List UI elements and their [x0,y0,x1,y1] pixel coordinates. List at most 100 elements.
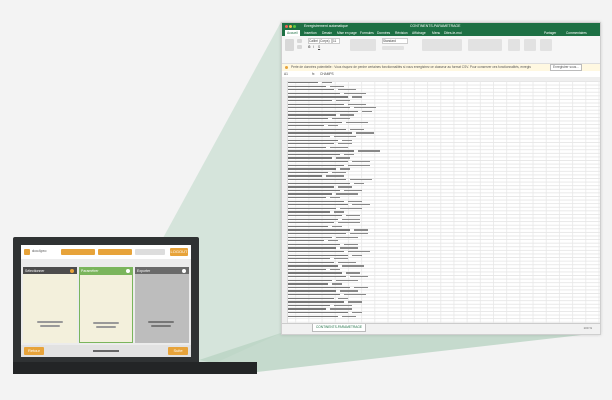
cell-text [352,204,370,206]
column-title: Paramétrer [81,268,99,273]
back-button[interactable]: Retour [24,347,44,355]
column-title: Sélectionner [25,268,45,273]
cell-text [340,207,362,210]
cell-text [340,247,358,249]
cell-text [288,250,344,253]
cell-text [288,150,354,152]
sheet-row[interactable] [288,315,398,319]
column-header: Sélectionner [23,267,77,274]
font-name-select[interactable]: Calibri (Corps) [308,38,332,44]
next-button[interactable]: Suite [168,347,188,355]
column-body[interactable] [23,274,77,343]
cell-text [288,286,350,289]
cell-text [344,294,366,296]
number-format-select[interactable]: Standard [382,38,408,44]
cell-text [288,139,338,141]
close-icon[interactable] [285,25,288,28]
cell-text [346,272,360,274]
cell-text [288,161,348,163]
column-header: Exporter [135,267,189,274]
cell-text [288,189,340,192]
cell-text [340,114,354,116]
app-header: doc4pro LOGOUT [21,245,191,259]
cell-text [288,171,328,174]
paste-icon[interactable] [285,39,294,51]
cell-text [348,164,370,166]
italic-button[interactable]: I [313,45,314,49]
number-tools[interactable] [382,46,404,50]
cell-text [288,200,344,202]
cell-text [328,125,338,127]
cell-text [288,168,336,170]
cell-text [328,240,338,242]
cell-text [352,96,362,98]
check-icon [70,268,74,273]
step-1[interactable] [61,249,95,255]
logout-button[interactable]: LOGOUT [170,248,188,256]
cell-text [342,139,352,141]
alignment-group[interactable] [350,39,376,51]
check-icon [182,268,186,273]
column-body[interactable] [79,274,133,343]
cell-text [288,214,342,217]
save-as-button[interactable]: Enregistrer sous... [550,64,582,71]
find-icon[interactable] [524,39,536,51]
column-header: Paramétrer [79,267,133,274]
share-button[interactable]: Partager [544,31,556,35]
cell-text [288,117,328,120]
autosave-label[interactable]: Enregistrement automatique [304,23,348,30]
cell-text [288,243,340,246]
sheet-tab[interactable]: CONTINENTS-PARAMETRAGE [312,324,366,332]
step-2[interactable] [98,249,132,255]
cell-text [330,268,340,271]
zoom-level[interactable]: 100 % [583,326,592,330]
cell-text [288,236,332,238]
ideas-icon[interactable] [540,39,552,51]
cell-text [288,146,326,148]
cell-text [288,107,350,109]
brand-name: doc4pro [32,248,47,253]
text-line [151,325,171,327]
column-configure: Paramétrer [79,267,133,343]
cell-text [330,197,340,199]
cell-text [334,211,344,213]
comments-button[interactable]: Commentaires [566,31,587,35]
cells-group[interactable] [468,39,502,51]
maximize-icon[interactable] [293,25,296,28]
copy-icon[interactable] [297,45,302,49]
bold-button[interactable]: G [308,45,310,49]
cell-text [344,189,362,192]
cell-text [352,254,362,256]
cut-icon[interactable] [297,39,302,43]
ribbon: Calibri (Corps) 11 G I S Standard [282,36,600,64]
font-size-select[interactable]: 11 [332,38,340,44]
cell-text [288,258,330,260]
styles-group[interactable] [422,39,462,51]
column-body[interactable] [135,274,189,343]
warning-icon [285,66,288,69]
cell-text [344,243,358,246]
cell-text [338,222,360,224]
minimize-icon[interactable] [289,25,292,28]
check-icon [126,268,130,273]
cell-text [334,304,352,307]
cell-text [288,186,334,188]
cell-text [338,89,356,91]
cell-text [350,179,372,181]
cell-text [340,168,350,170]
cell-text [288,110,358,113]
cell-text [354,107,376,109]
sort-filter-icon[interactable] [508,39,520,51]
cell-text [326,175,344,177]
cell-text [288,254,348,256]
cell-text [350,232,368,235]
cell-text [288,308,326,310]
cell-text [288,225,328,228]
step-3[interactable] [135,249,165,255]
underline-button[interactable]: S [318,45,320,49]
cell-text [288,175,322,177]
cell-text [348,250,370,253]
cell-text [288,204,348,206]
cell-text [332,283,342,285]
cell-text [338,143,352,145]
